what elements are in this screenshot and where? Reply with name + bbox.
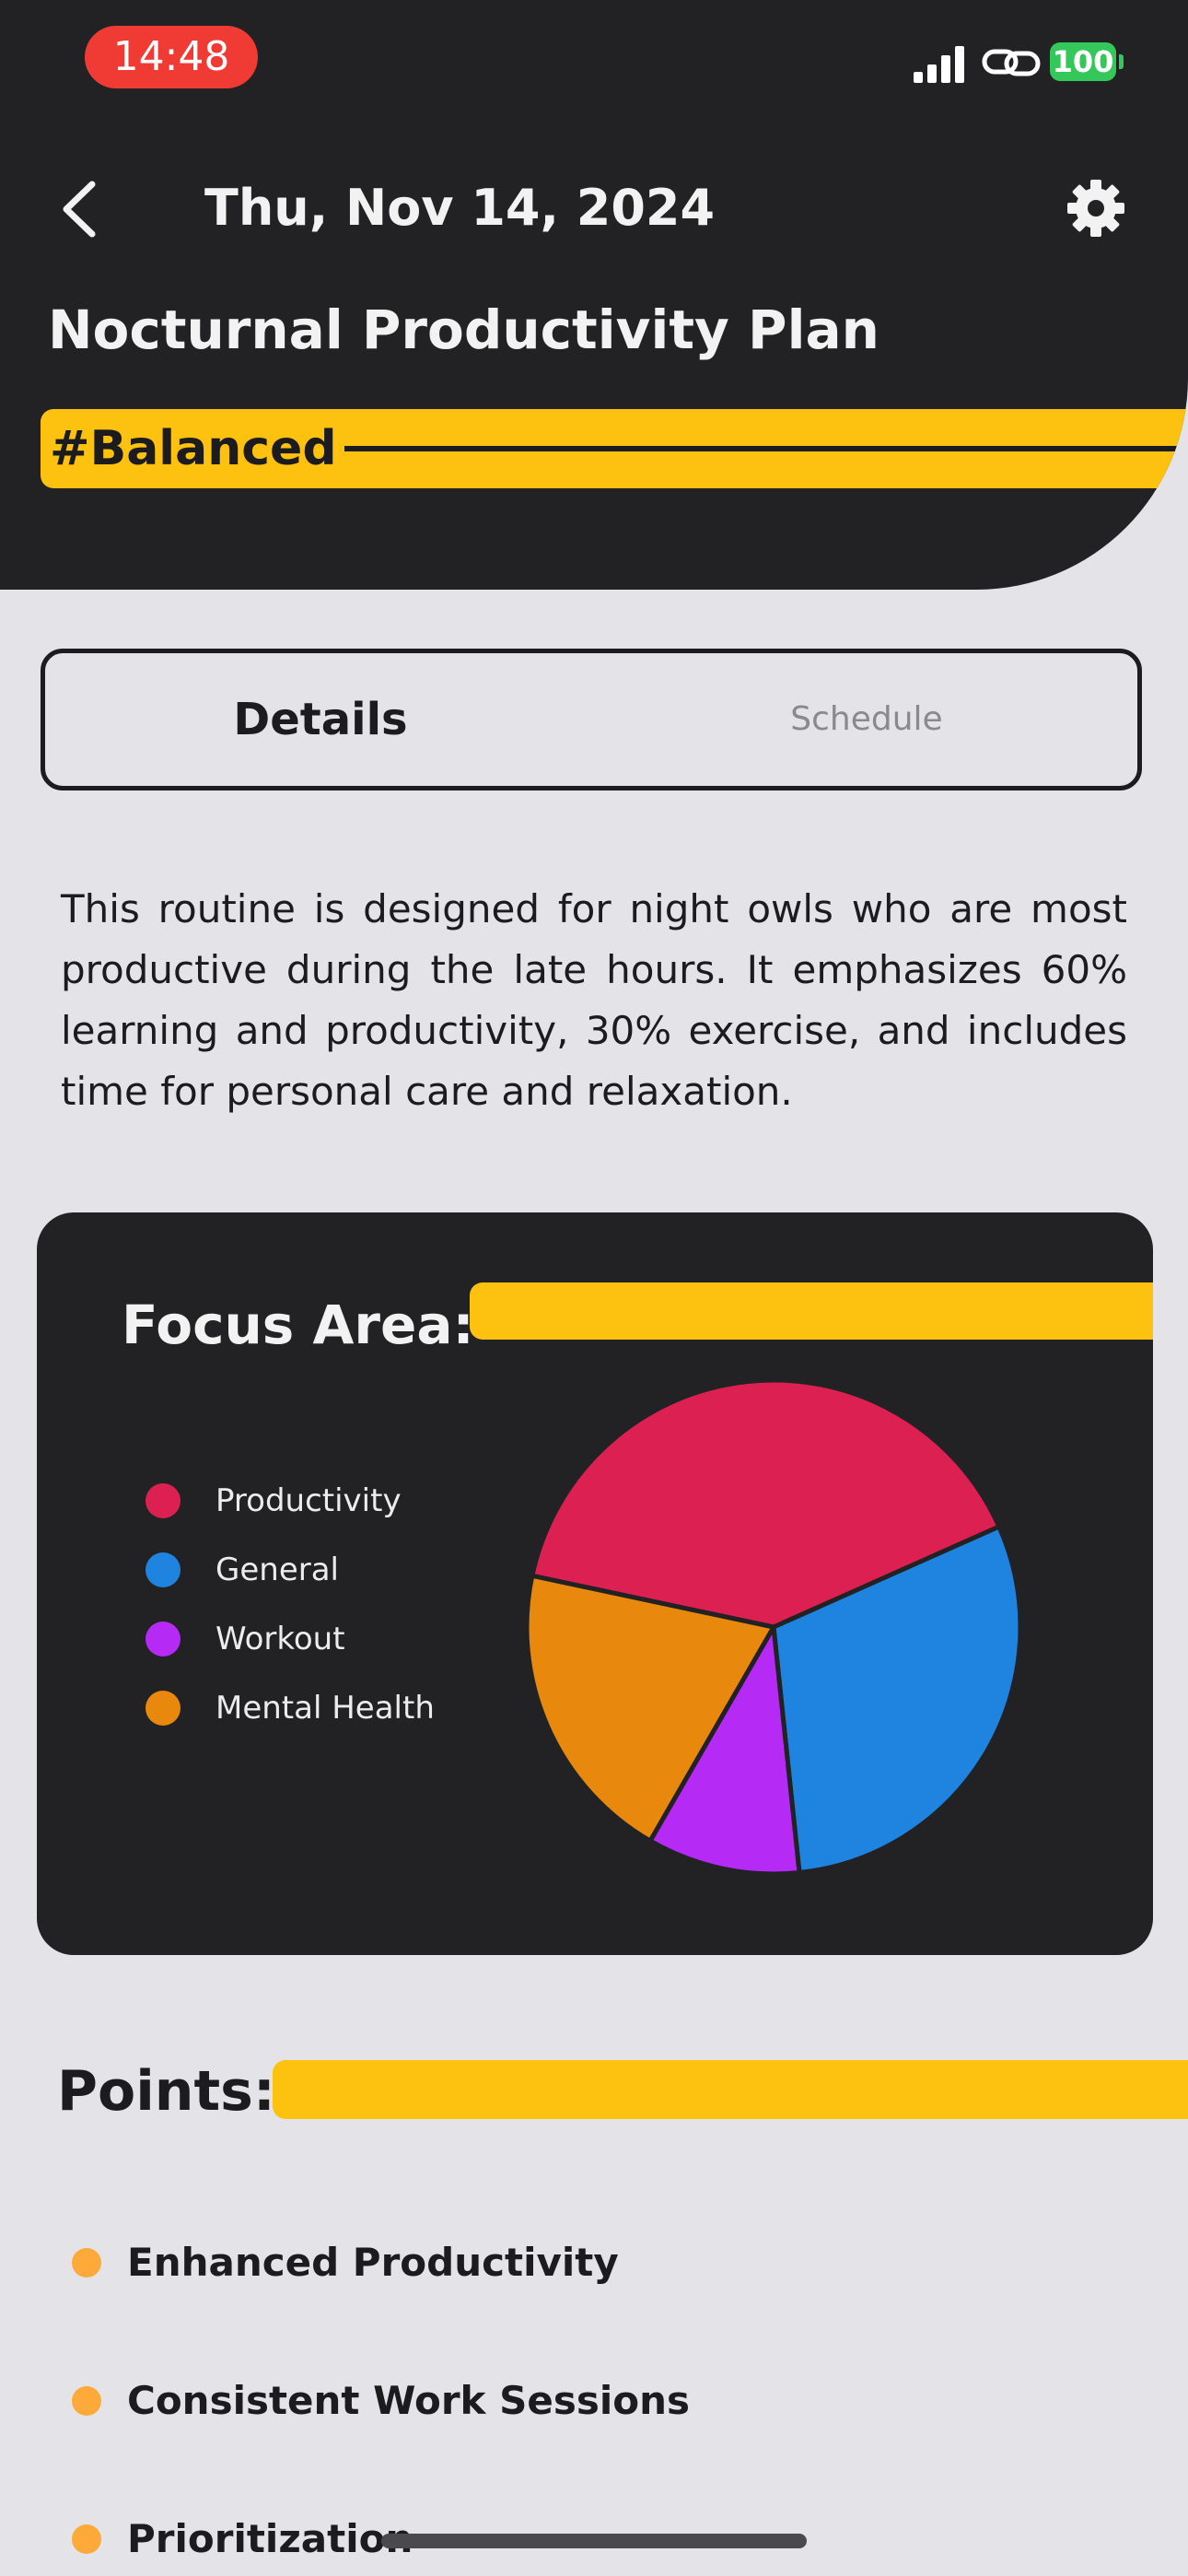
date-title: Thu, Nov 14, 2024: [204, 179, 716, 237]
plan-title: Nocturnal Productivity Plan: [48, 299, 879, 361]
points-accent-bar: [273, 2060, 1188, 2119]
focus-area-card: Focus Area: Productivity General Workout…: [37, 1212, 1153, 1955]
home-indicator[interactable]: [381, 2534, 807, 2548]
battery-icon: 100: [1050, 42, 1116, 81]
legend-label: Productivity: [215, 1482, 402, 1519]
legend-dot: [146, 1622, 181, 1657]
legend-label: Workout: [215, 1621, 345, 1657]
status-time: 14:48: [85, 26, 258, 88]
focus-area-title: Focus Area:: [122, 1294, 474, 1356]
plan-description: This routine is designed for night owls …: [61, 886, 1127, 1114]
tab-switcher: Details Schedule: [41, 649, 1142, 790]
tag-divider: [344, 446, 1188, 451]
legend-dot: [146, 1691, 181, 1726]
point-label: Enhanced Productivity: [127, 2240, 619, 2285]
gear-icon[interactable]: [1066, 179, 1125, 238]
link-icon: [982, 49, 1041, 76]
point-label: Consistent Work Sessions: [127, 2378, 690, 2423]
battery-tip: [1119, 54, 1124, 69]
legend-dot: [146, 1552, 181, 1587]
legend-label: Mental Health: [215, 1690, 435, 1727]
header: 14:48 100 Thu, Nov 14, 2024 Nocturnal Pr…: [0, 0, 1188, 590]
point-label: Prioritization: [127, 2516, 413, 2561]
bullet-dot: [72, 2524, 101, 2554]
legend-dot: [146, 1483, 181, 1518]
bullet-dot: [72, 2248, 101, 2277]
points-title: Points:: [57, 2059, 275, 2124]
tag-label: #Balanced: [50, 421, 337, 476]
bullet-dot: [72, 2386, 101, 2416]
tab-schedule[interactable]: Schedule: [596, 653, 1137, 786]
tag-banner: #Balanced: [41, 409, 1188, 488]
back-button[interactable]: [53, 177, 109, 241]
focus-pie-chart: [524, 1377, 1023, 1877]
tab-details[interactable]: Details: [45, 653, 596, 786]
signal-icon: [914, 42, 969, 83]
focus-area-accent-bar: [470, 1282, 1153, 1340]
legend-label: General: [215, 1551, 339, 1588]
